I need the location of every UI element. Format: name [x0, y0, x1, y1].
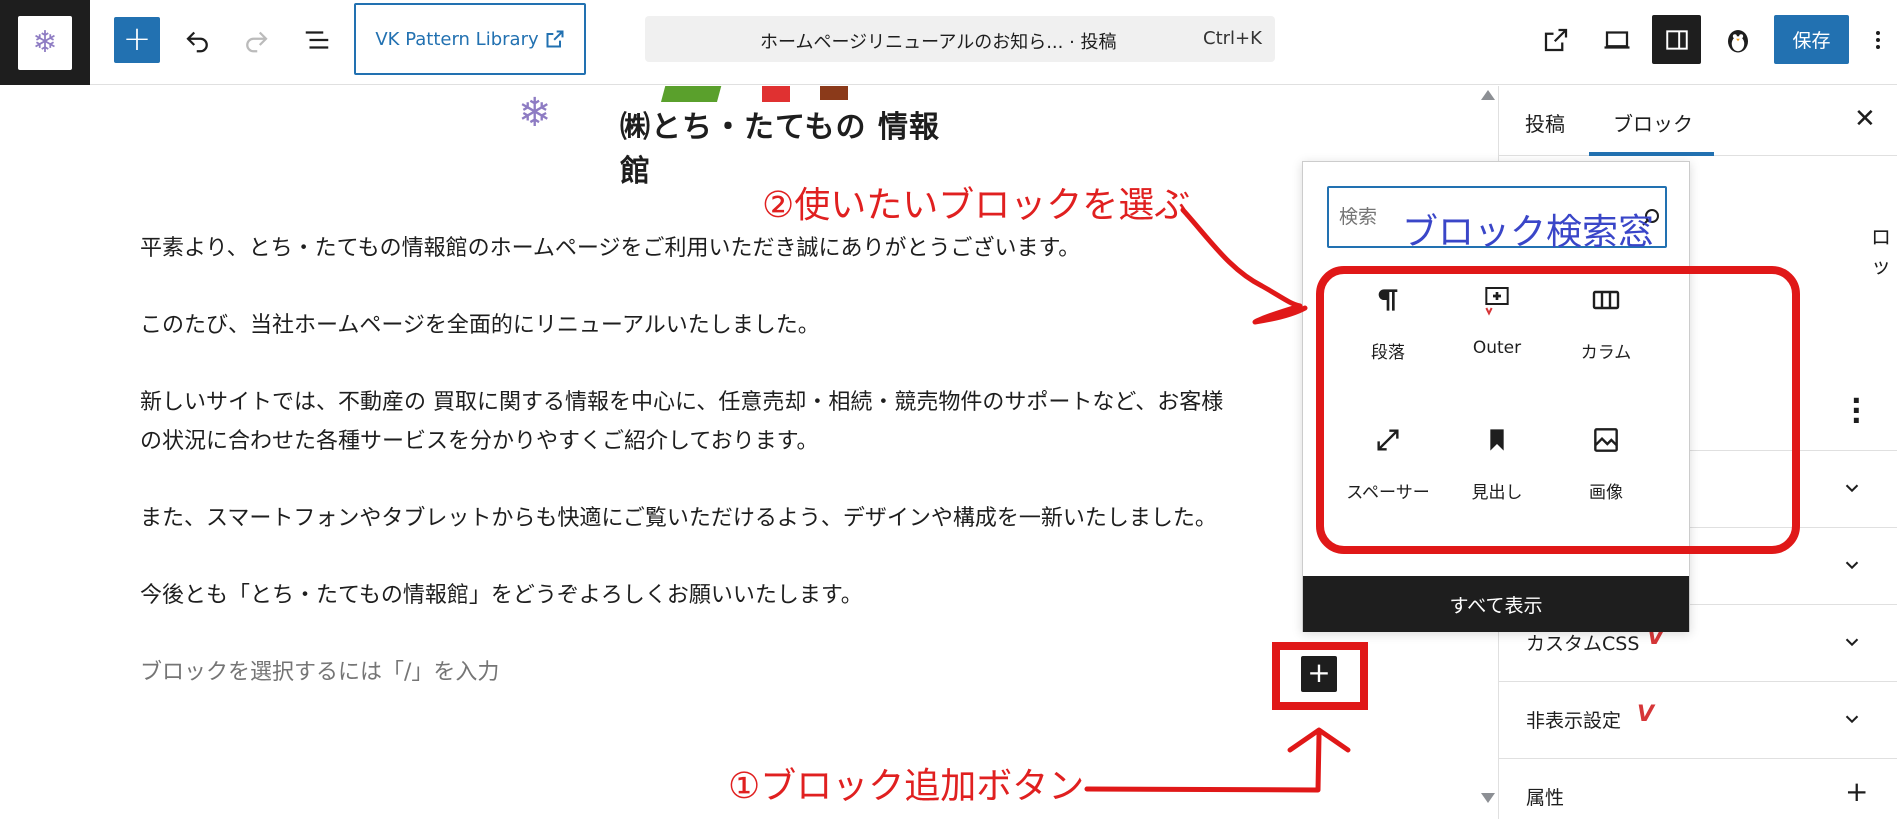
- paragraph-block[interactable]: 平素より、とち・たてもの情報館のホームページをご利用いただき誠にありがとうござい…: [140, 229, 1080, 268]
- site-icon-button[interactable]: ❄: [0, 0, 90, 85]
- panel-label: 非表示設定: [1526, 710, 1622, 732]
- block-options-icon[interactable]: · · ·: [1851, 387, 1862, 435]
- vk-pattern-library-label: VK Pattern Library: [375, 28, 539, 50]
- chevron-down-icon: [1845, 484, 1859, 493]
- sidebar-tabs: 投稿 ブロック ✕: [1499, 86, 1897, 156]
- close-icon[interactable]: ✕: [1854, 104, 1876, 134]
- redo-icon[interactable]: [236, 20, 276, 60]
- settings-toggle-button[interactable]: [1652, 15, 1701, 64]
- snowflake-logo-icon: ❄: [518, 90, 552, 136]
- header-image[interactable]: ❄ ㈱とち・たてもの 情報館: [510, 86, 970, 189]
- scroll-down-arrow-icon[interactable]: [1481, 793, 1495, 803]
- scroll-up-arrow-icon[interactable]: [1481, 90, 1495, 100]
- paragraph-block[interactable]: また、スマートフォンやタブレットからも快適にご覧いただけるよう、デザインや構成を…: [140, 499, 1217, 538]
- panel-attributes[interactable]: 属性 +: [1499, 758, 1897, 819]
- editor-app: ❄ + VK Pattern Library ホームページリニューアルのお知ら.…: [0, 0, 1897, 819]
- panel-label: カスタムCSS: [1526, 633, 1640, 655]
- vk-pattern-library-button[interactable]: VK Pattern Library: [354, 3, 586, 75]
- block-inserter-toggle[interactable]: +: [114, 17, 160, 63]
- vk-badge-icon: V: [1637, 702, 1655, 727]
- sidebar-icon: [1665, 29, 1688, 50]
- paragraph-block[interactable]: 今後とも「とち・たてもの情報館」をどうぞよろしくお願いいたします。: [140, 576, 863, 615]
- browse-all-button[interactable]: すべて表示: [1303, 576, 1689, 632]
- view-post-icon[interactable]: [1536, 20, 1576, 60]
- plus-icon: +: [1845, 775, 1869, 808]
- document-title: ホームページリニューアルのお知ら... · 投稿: [760, 32, 1117, 53]
- annotation-choose-block: ②使いたいブロックを選ぶ: [762, 185, 1191, 226]
- paragraph-block[interactable]: このたび、当社ホームページを全面的にリニューアルいたしました。: [140, 306, 820, 345]
- annotation-search-window: ブロック検索窓: [1402, 212, 1655, 253]
- undo-icon[interactable]: [178, 20, 218, 60]
- logo-house-icon: [762, 86, 790, 102]
- command-shortcut: Ctrl+K: [1203, 28, 1262, 49]
- annotation-add-block-button: ①ブロック追加ボタン: [728, 766, 1085, 807]
- logo-roof-green: [660, 86, 726, 102]
- more-options-icon[interactable]: [1866, 20, 1890, 60]
- logo-building-icon: [820, 86, 848, 100]
- chevron-down-icon: [1845, 638, 1859, 647]
- panel-hide-settings[interactable]: 非表示設定 V: [1499, 681, 1897, 758]
- annotation-highlight-add-button: [1272, 642, 1368, 710]
- annotation-highlight-blocks: [1316, 266, 1800, 554]
- save-button[interactable]: 保存: [1774, 15, 1849, 64]
- device-preview-icon[interactable]: [1597, 20, 1637, 60]
- chevron-down-icon: [1845, 561, 1859, 570]
- site-logo: ❄: [18, 15, 72, 70]
- command-palette-bar[interactable]: ホームページリニューアルのお知ら... · 投稿 Ctrl+K: [645, 16, 1275, 62]
- document-overview-icon[interactable]: [297, 20, 337, 60]
- block-description-fragment: ロッ: [1871, 225, 1891, 278]
- chevron-down-icon: [1845, 715, 1859, 724]
- active-tab-indicator: [1589, 152, 1714, 156]
- paragraph-block-continued[interactable]: の状況に合わせた各種サービスを分かりやすくご紹介しております。: [140, 422, 818, 461]
- penguin-plugin-icon[interactable]: [1718, 20, 1758, 60]
- tab-block[interactable]: ブロック: [1613, 108, 1693, 137]
- paragraph-block[interactable]: 新しいサイトでは、不動産の 買取に関する情報を中心に、任意売却・相続・競売物件の…: [140, 383, 1223, 422]
- empty-block-placeholder[interactable]: ブロックを選択するには「/」を入力: [140, 654, 499, 686]
- editor-toolbar: ❄ + VK Pattern Library ホームページリニューアルのお知ら.…: [0, 0, 1897, 85]
- external-link-icon: [546, 30, 564, 48]
- panel-label: 属性: [1526, 787, 1565, 809]
- tab-post[interactable]: 投稿: [1525, 108, 1565, 137]
